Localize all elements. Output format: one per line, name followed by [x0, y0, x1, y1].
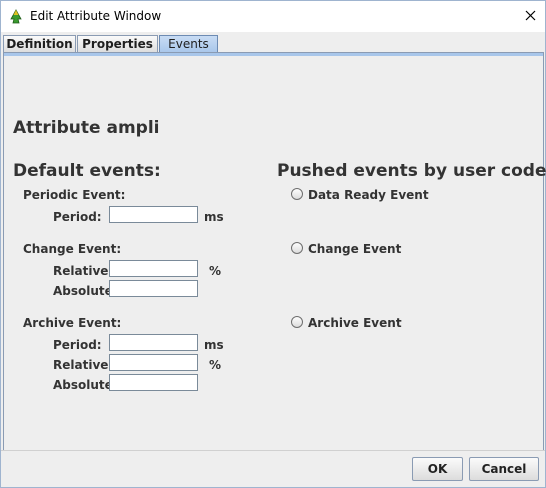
data-ready-event-label: Data Ready Event	[308, 188, 429, 202]
close-button[interactable]	[515, 1, 545, 32]
change-absolute-label: Absolute:	[53, 284, 118, 298]
footer-divider	[1, 450, 545, 451]
cancel-button[interactable]: Cancel	[469, 457, 539, 481]
default-events-heading: Default events:	[13, 161, 161, 181]
archive-event-label: Archive Event:	[23, 316, 122, 330]
archive-event-option-label: Archive Event	[308, 316, 402, 330]
panel-accent	[4, 53, 543, 56]
archive-relative-unit: %	[209, 358, 222, 372]
tree-icon	[9, 9, 23, 24]
edit-attribute-window: Edit Attribute Window Definition Propert…	[0, 0, 546, 488]
data-ready-event-radio[interactable]	[291, 188, 303, 200]
tab-definition[interactable]: Definition	[3, 35, 76, 53]
pushed-events-heading: Pushed events by user code:	[277, 161, 546, 181]
archive-absolute-label: Absolute:	[53, 378, 118, 392]
ok-button[interactable]: OK	[412, 457, 463, 481]
close-icon	[525, 10, 536, 24]
periodic-event-label: Periodic Event:	[23, 188, 126, 202]
archive-relative-label: Relative:	[53, 358, 114, 372]
archive-absolute-input[interactable]	[109, 374, 198, 391]
periodic-period-label: Period:	[53, 210, 102, 224]
window-title: Edit Attribute Window	[30, 9, 162, 23]
change-event-label: Change Event:	[23, 242, 122, 256]
title-bar[interactable]: Edit Attribute Window	[1, 1, 545, 32]
tab-properties[interactable]: Properties	[77, 35, 158, 53]
change-relative-input[interactable]	[109, 260, 198, 277]
archive-period-label: Period:	[53, 338, 102, 352]
change-event-radio[interactable]	[291, 242, 303, 254]
archive-period-input[interactable]	[109, 334, 198, 351]
periodic-period-unit: ms	[204, 210, 224, 224]
change-absolute-input[interactable]	[109, 280, 198, 297]
tab-events[interactable]: Events	[159, 35, 218, 53]
change-relative-label: Relative:	[53, 264, 114, 278]
change-event-option-label: Change Event	[308, 242, 402, 256]
archive-period-unit: ms	[204, 338, 224, 352]
periodic-period-input[interactable]	[109, 206, 198, 223]
change-relative-unit: %	[209, 264, 222, 278]
archive-event-radio[interactable]	[291, 316, 303, 328]
archive-relative-input[interactable]	[109, 354, 198, 371]
attribute-title: Attribute ampli	[13, 118, 160, 138]
events-panel: Attribute ampli Default events: Pushed e…	[3, 52, 546, 451]
